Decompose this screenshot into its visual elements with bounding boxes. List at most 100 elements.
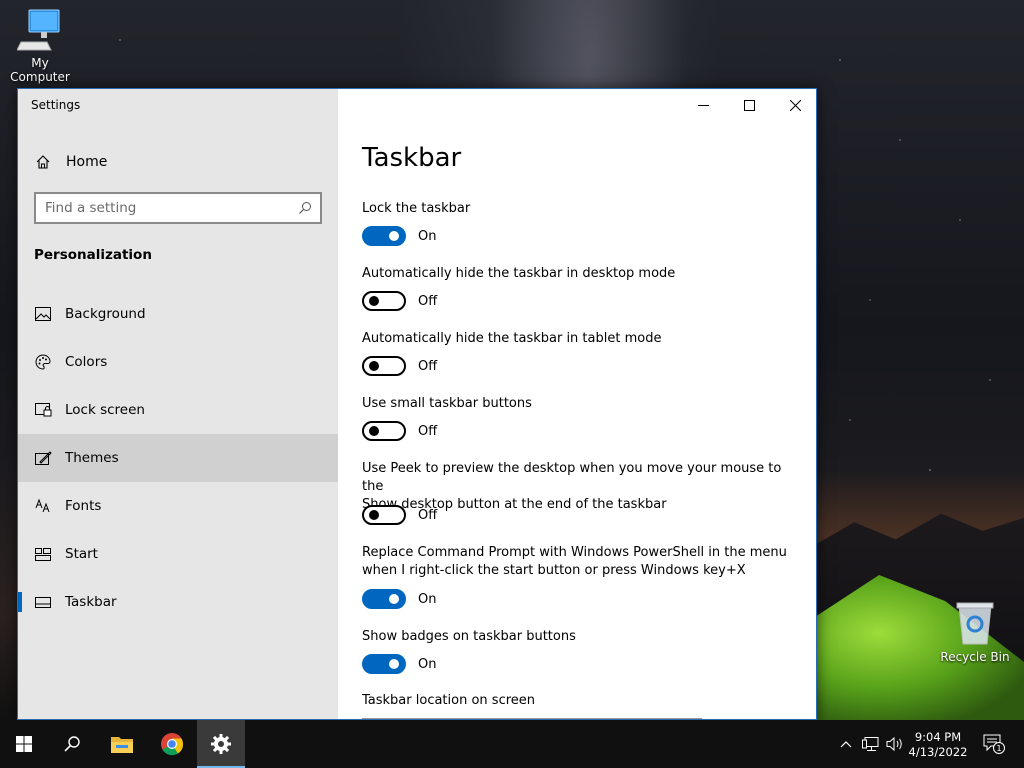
speaker-icon [886, 736, 902, 752]
setting-label-badges: Show badges on taskbar buttons [362, 629, 576, 644]
settings-window: Settings Home Personalization Background [17, 88, 817, 720]
recycle-bin-icon [956, 602, 994, 645]
toggle-state: On [418, 591, 437, 607]
windows-logo-icon [16, 736, 32, 752]
chrome-icon [161, 733, 184, 756]
search-button[interactable] [48, 720, 96, 768]
computer-icon [17, 9, 60, 51]
tray-overflow-button[interactable] [836, 720, 856, 768]
close-icon [789, 99, 801, 111]
setting-label-line: when I right-click the start button or p… [362, 563, 746, 578]
fonts-icon [34, 497, 52, 515]
taskbar-icon [34, 593, 52, 611]
sidebar-item-colors[interactable]: Colors [18, 338, 338, 386]
powershell-toggle[interactable] [362, 589, 406, 609]
toggle-state: Off [418, 293, 438, 309]
home-nav-item[interactable]: Home [18, 144, 338, 180]
action-center-button[interactable]: 1 [980, 720, 1008, 768]
search-icon [64, 736, 80, 752]
settings-content: Taskbar Lock the taskbar On Automaticall… [338, 89, 816, 719]
toggle-state: On [418, 228, 437, 244]
toggle-state: Off [418, 358, 438, 374]
sidebar-item-fonts[interactable]: Fonts [18, 482, 338, 530]
toggle-state: On [418, 656, 437, 672]
setting-label-lock-taskbar: Lock the taskbar [362, 201, 471, 216]
chrome-button[interactable] [148, 720, 196, 768]
toggle-row-badges: On [362, 654, 436, 674]
setting-label-powershell: Replace Command Prompt with Windows Powe… [362, 544, 802, 580]
maximize-icon [743, 99, 755, 111]
file-explorer-button[interactable] [98, 720, 146, 768]
sidebar-item-start[interactable]: Start [18, 530, 338, 578]
sidebar-item-taskbar[interactable]: Taskbar [18, 578, 338, 626]
desktop-icon-label: My Computer [10, 56, 70, 84]
network-button[interactable] [860, 720, 882, 768]
desktop-icon-label: Recycle Bin [940, 650, 1010, 664]
notification-icon: 1 [983, 734, 1005, 754]
setting-label-line: Use Peek to preview the desktop when you… [362, 461, 782, 494]
volume-button[interactable] [884, 720, 906, 768]
minimize-icon [697, 104, 709, 106]
setting-label-autohide-tablet: Automatically hide the taskbar in tablet… [362, 331, 662, 346]
gear-icon [211, 734, 231, 754]
home-label: Home [66, 154, 108, 170]
sidebar-item-label: Taskbar [65, 594, 117, 610]
autohide-tablet-toggle[interactable] [362, 356, 406, 376]
image-icon [34, 305, 52, 323]
toggle-row-small-buttons: Off [362, 421, 437, 441]
sidebar-item-label: Themes [65, 450, 119, 466]
sidebar-item-label: Lock screen [65, 402, 145, 418]
desktop-icon-my-computer[interactable]: My Computer [0, 8, 80, 84]
notification-count: 1 [996, 744, 1001, 753]
toggle-row-autohide-tablet: Off [362, 356, 437, 376]
start-icon [34, 545, 52, 563]
sidebar-item-lock-screen[interactable]: Lock screen [18, 386, 338, 434]
peek-toggle[interactable] [362, 505, 406, 525]
window-title: Settings [31, 98, 81, 112]
sidebar-item-themes[interactable]: Themes [18, 434, 338, 482]
start-button[interactable] [0, 720, 48, 768]
palette-icon [34, 353, 52, 371]
sidebar-item-label: Background [65, 306, 146, 322]
chevron-up-icon [840, 741, 852, 748]
lock-screen-icon [34, 401, 52, 419]
search-input[interactable] [36, 200, 298, 216]
small-buttons-toggle[interactable] [362, 421, 406, 441]
badges-toggle[interactable] [362, 654, 406, 674]
sidebar-item-label: Start [65, 546, 98, 562]
toggle-row-powershell: On [362, 589, 436, 609]
setting-label-small-buttons: Use small taskbar buttons [362, 396, 532, 411]
minimize-button[interactable] [680, 89, 726, 121]
autohide-desktop-toggle[interactable] [362, 291, 406, 311]
settings-sidebar: Settings Home Personalization Background [18, 89, 338, 719]
sidebar-item-background[interactable]: Background [18, 290, 338, 338]
lock-taskbar-toggle[interactable] [362, 226, 406, 246]
maximize-button[interactable] [726, 89, 772, 121]
network-icon [862, 737, 879, 751]
setting-label-autohide-desktop: Automatically hide the taskbar in deskto… [362, 266, 676, 281]
sidebar-item-label: Colors [65, 354, 108, 370]
toggle-row-peek: Off [362, 505, 437, 525]
setting-label-location: Taskbar location on screen [362, 693, 536, 708]
settings-taskbar-button[interactable] [197, 720, 245, 768]
system-clock[interactable]: 9:04 PM 4/13/2022 [905, 730, 971, 760]
setting-label-line: Replace Command Prompt with Windows Powe… [362, 545, 787, 560]
toggle-state: Off [418, 423, 438, 439]
toggle-state: Off [418, 507, 438, 523]
folder-icon [111, 737, 133, 753]
search-box [34, 192, 322, 224]
taskbar: 9:04 PM 4/13/2022 1 [0, 720, 1024, 768]
desktop-icon-recycle-bin[interactable]: Recycle Bin [935, 600, 1015, 664]
sidebar-item-label: Fonts [65, 498, 102, 514]
section-heading: Personalization [34, 247, 152, 263]
search-icon[interactable] [298, 201, 312, 215]
close-button[interactable] [772, 89, 816, 121]
themes-icon [34, 449, 52, 467]
toggle-row-autohide-desktop: Off [362, 291, 437, 311]
clock-time: 9:04 PM [914, 730, 962, 744]
home-icon [36, 155, 50, 169]
personalization-nav: Background Colors Lock screen Themes Fon… [18, 290, 338, 626]
clock-date: 4/13/2022 [908, 745, 968, 759]
page-title: Taskbar [362, 143, 462, 173]
toggle-row-lock-taskbar: On [362, 226, 436, 246]
